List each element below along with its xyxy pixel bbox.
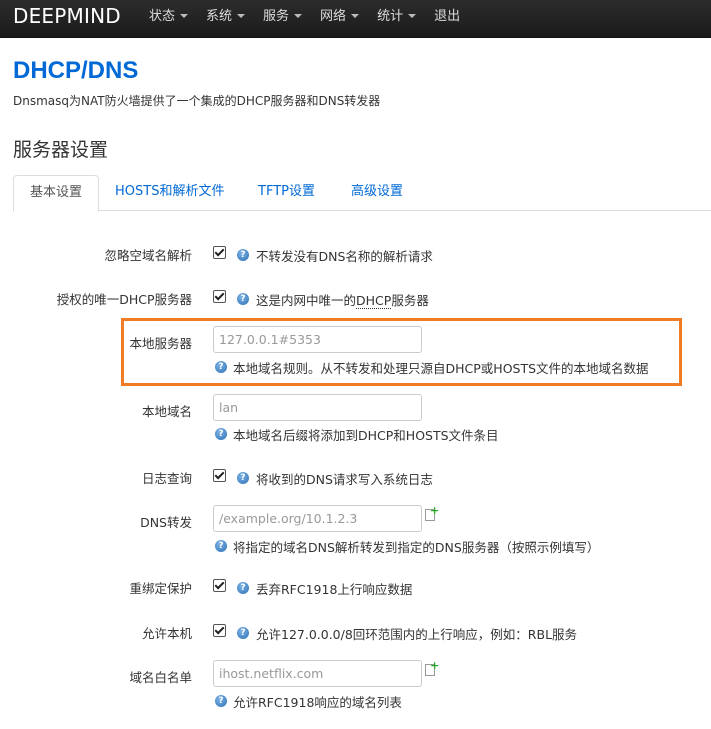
caret-down-icon: [408, 13, 417, 18]
rebind-domain-help: 允许RFC1918响应的域名列表: [233, 695, 402, 710]
help-icon: ?: [237, 582, 249, 594]
authoritative-label: 授权的唯一DHCP服务器: [56, 292, 192, 307]
help-icon: ?: [237, 627, 249, 639]
settings-tabs: 基本设置 HOSTS和解析文件 TFTP设置 高级设置: [13, 175, 711, 212]
domain-needed-help: 不转发没有DNS名称的解析请求: [256, 249, 433, 264]
local-domain-input[interactable]: lan: [213, 394, 422, 421]
dns-forward-input[interactable]: /example.org/10.1.2.3: [213, 505, 422, 532]
rebind-protection-checkbox[interactable]: [213, 579, 226, 592]
brand-logo[interactable]: DEEPMIND: [13, 4, 121, 28]
page-description: Dnsmasq为NAT防火墙提供了一个集成的DHCP服务器和DNS转发器: [13, 94, 381, 108]
dhcp-abbr: DHCP: [356, 293, 392, 309]
rebind-localhost-checkbox[interactable]: [213, 624, 226, 637]
nav-logout[interactable]: 退出: [425, 0, 469, 37]
tab-tftp[interactable]: TFTP设置: [242, 175, 331, 209]
add-entry-icon[interactable]: +: [425, 505, 439, 522]
main-menu: 状态 系统 服务 网络 统计 退出: [140, 0, 469, 37]
rebind-localhost-label: 允许本机: [141, 626, 192, 641]
help-icon: ?: [215, 428, 227, 440]
dns-forward-help: 将指定的域名DNS解析转发到指定的DNS服务器（按照示例填写）: [233, 540, 600, 555]
caret-down-icon: [237, 13, 246, 18]
caret-down-icon: [180, 13, 189, 18]
nav-statistics[interactable]: 统计: [368, 0, 425, 37]
nav-status[interactable]: 状态: [140, 0, 197, 37]
add-entry-icon[interactable]: +: [425, 660, 439, 677]
help-icon: ?: [237, 293, 249, 305]
local-domain-help: 本地域名后缀将添加到DHCP和HOSTS文件条目: [233, 428, 499, 443]
authoritative-checkbox[interactable]: [213, 290, 226, 303]
nav-system[interactable]: 系统: [197, 0, 254, 37]
rebind-localhost-help: 允许127.0.0.0/8回环范围内的上行响应，例如：RBL服务: [256, 627, 578, 642]
caret-down-icon: [294, 13, 303, 18]
local-server-help: 本地域名规则。从不转发和处理只源自DHCP或HOSTS文件的本地域名数据: [233, 361, 649, 376]
domain-needed-checkbox[interactable]: [213, 246, 226, 259]
top-navbar: DEEPMIND 状态 系统 服务 网络 统计 退出: [0, 0, 711, 38]
rebind-domain-label: 域名白名单: [129, 670, 192, 685]
dns-forward-label: DNS转发: [140, 515, 192, 530]
page-title: DHCP/DNS: [13, 57, 139, 84]
tab-hosts-resolv[interactable]: HOSTS和解析文件: [99, 175, 240, 209]
local-domain-label: 本地域名: [141, 404, 192, 419]
rebind-protection-help: 丢弃RFC1918上行响应数据: [256, 582, 413, 597]
domain-needed-label: 忽略空域名解析: [104, 248, 192, 263]
tab-basic-settings[interactable]: 基本设置: [13, 175, 100, 212]
rebind-domain-input[interactable]: ihost.netflix.com: [213, 660, 422, 687]
help-icon: ?: [215, 695, 227, 707]
help-icon: ?: [215, 540, 227, 552]
authoritative-help: 这是内网中唯一的DHCP服务器: [256, 293, 429, 309]
tab-advanced[interactable]: 高级设置: [335, 175, 419, 209]
nav-network[interactable]: 网络: [311, 0, 368, 37]
help-icon: ?: [237, 472, 249, 484]
nav-services[interactable]: 服务: [254, 0, 311, 37]
log-queries-checkbox[interactable]: [213, 469, 226, 482]
caret-down-icon: [351, 13, 360, 18]
help-icon: ?: [215, 361, 227, 373]
rebind-protection-label: 重绑定保护: [129, 581, 192, 596]
log-queries-help: 将收到的DNS请求写入系统日志: [256, 472, 433, 487]
local-server-input[interactable]: 127.0.0.1#5353: [213, 326, 422, 353]
log-queries-label: 日志查询: [141, 471, 192, 486]
local-server-label: 本地服务器: [129, 336, 192, 351]
section-title: 服务器设置: [13, 139, 109, 161]
help-icon: ?: [237, 249, 249, 261]
